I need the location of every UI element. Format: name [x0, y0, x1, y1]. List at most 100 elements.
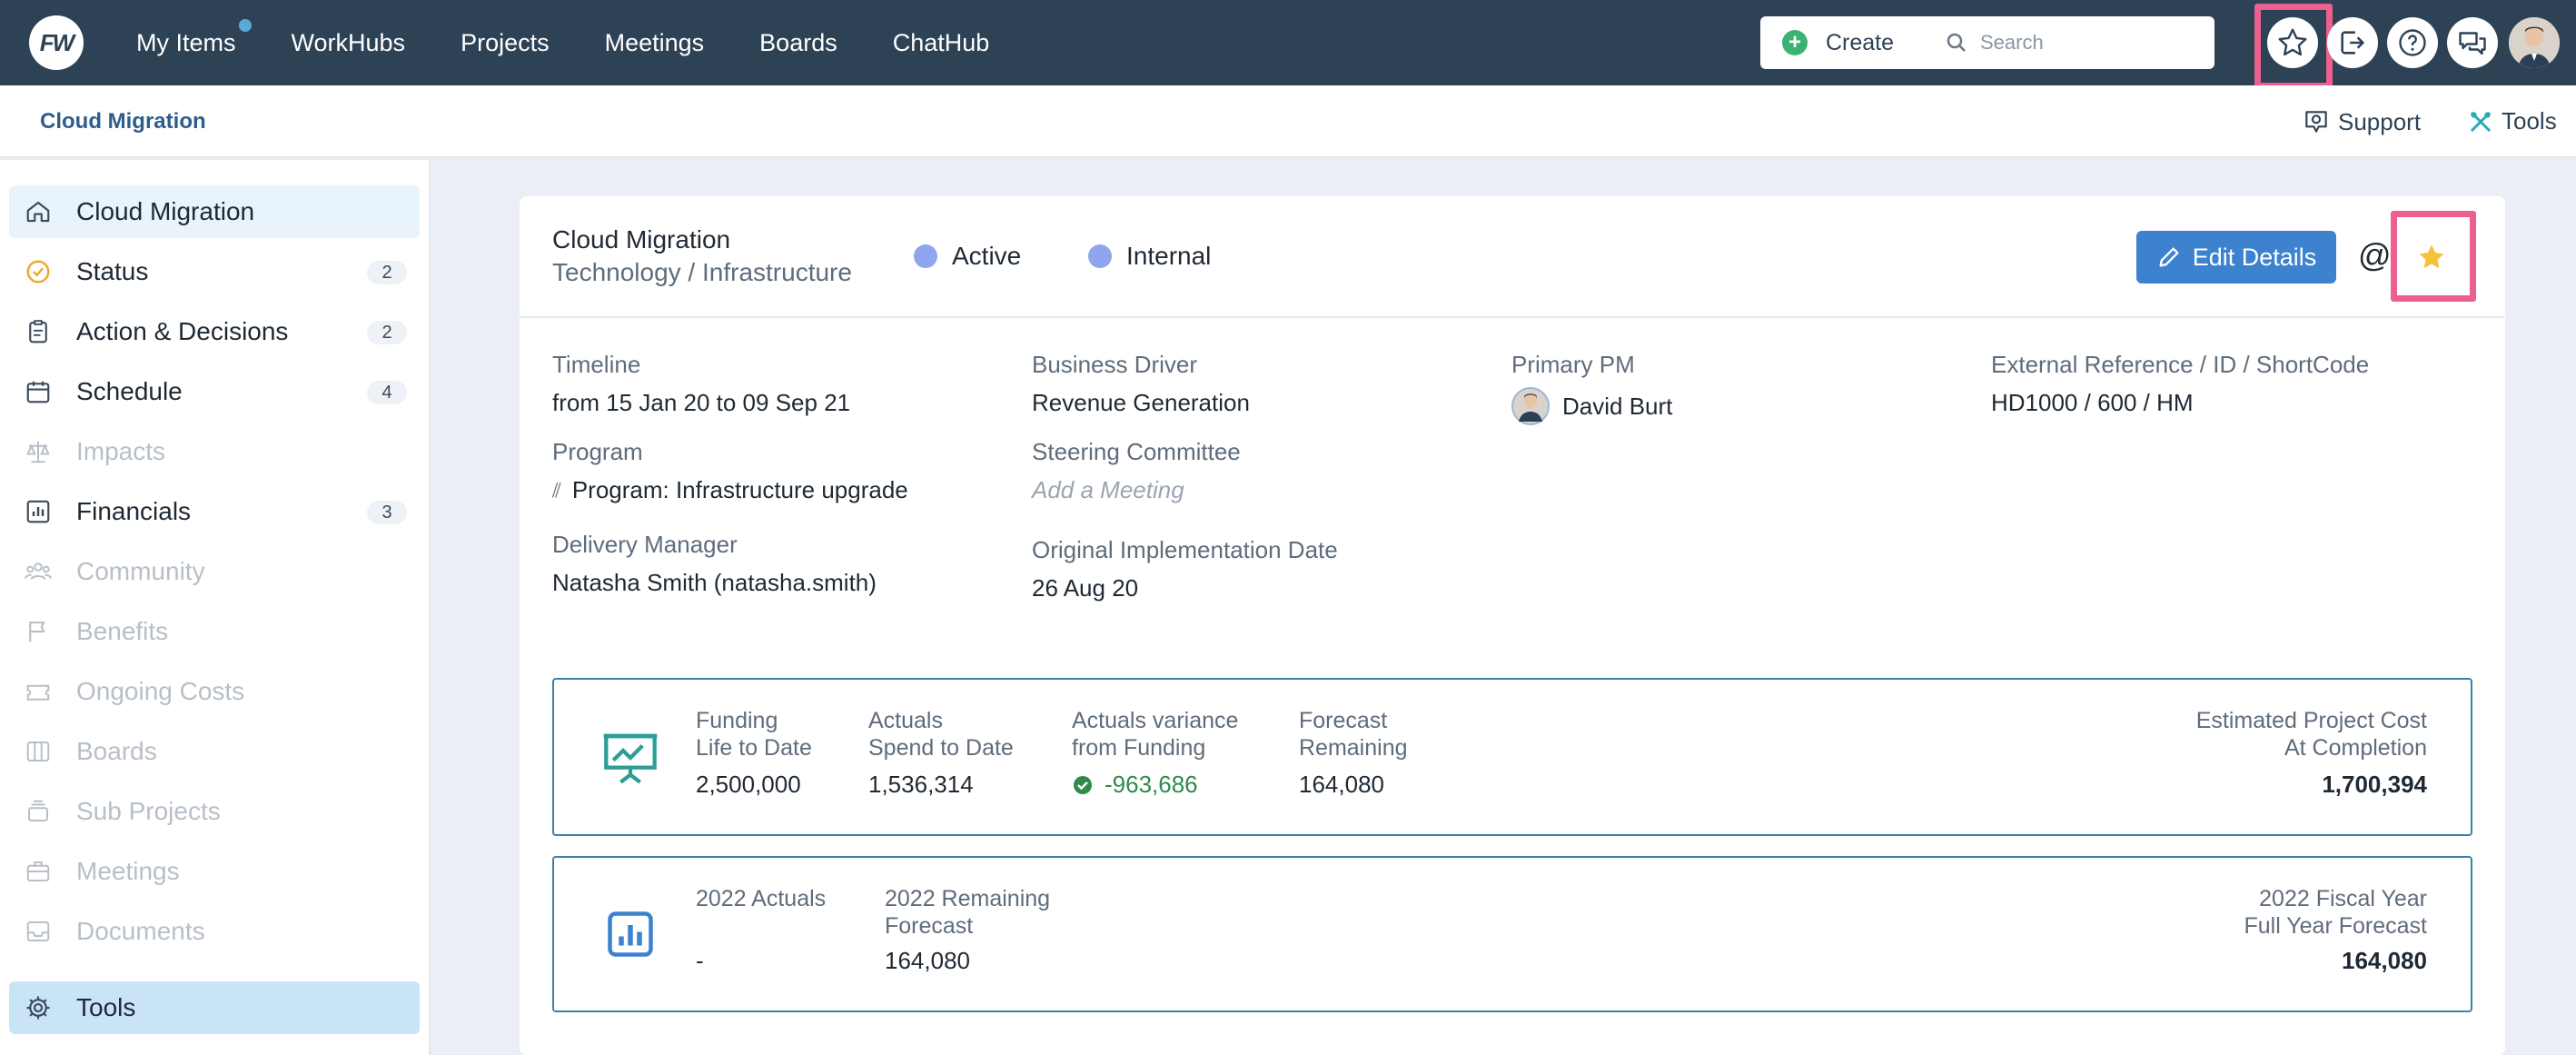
tools-link[interactable]: Tools: [2467, 107, 2557, 135]
sidebar-item-boards[interactable]: Boards: [9, 725, 420, 778]
schedule-count-badge: 4: [367, 381, 407, 404]
program-icon: ⫽: [552, 478, 561, 502]
mention-icon[interactable]: @: [2358, 236, 2392, 274]
estimate-value: 1,700,394: [2322, 771, 2427, 798]
gear-icon: [22, 991, 54, 1024]
briefcase-icon: [22, 855, 54, 888]
sidebar-item-cloud-migration[interactable]: Cloud Migration: [9, 185, 420, 238]
tools-icon: [2470, 111, 2492, 132]
financials-count-badge: 3: [367, 501, 407, 524]
breadcrumb-title[interactable]: Cloud Migration: [40, 109, 206, 134]
status-dot: [914, 244, 937, 268]
original-date-label: Original Implementation Date: [1032, 536, 1338, 563]
notification-dot: [235, 15, 254, 35]
sidebar-item-sub-projects[interactable]: Sub Projects: [9, 785, 420, 838]
ticket-icon: [22, 675, 54, 708]
pencil-icon: [2159, 247, 2179, 267]
funding-label: Funding Life to Date: [696, 708, 812, 761]
sidebar-item-ongoing-costs[interactable]: Ongoing Costs: [9, 665, 420, 718]
sidebar-item-community[interactable]: Community: [9, 545, 420, 598]
help-icon: [2399, 29, 2426, 56]
delivery-manager-label: Delivery Manager: [552, 531, 738, 558]
top-navigation-bar: FW My Items WorkHubs Projects Meetings B…: [0, 0, 2576, 89]
user-avatar[interactable]: [2509, 17, 2560, 68]
calendar-icon: [22, 375, 54, 408]
project-name: Cloud Migration: [552, 225, 731, 254]
chart-icon: [22, 495, 54, 528]
fiscal-actuals-label: 2022 Actuals: [696, 886, 827, 911]
forecast-label: Forecast Remaining: [1299, 708, 1408, 761]
clipboard-icon: [22, 315, 54, 348]
export-icon: [2341, 31, 2365, 55]
sidebar: Cloud Migration Status 2 Action & Decisi…: [0, 160, 431, 1055]
support-link[interactable]: Support: [2302, 107, 2421, 136]
nav-my-items[interactable]: My Items: [136, 15, 254, 57]
columns-icon: [22, 735, 54, 768]
scales-icon: [22, 435, 54, 468]
nav-workhubs[interactable]: WorkHubs: [292, 29, 406, 57]
business-driver-label: Business Driver: [1032, 351, 1198, 378]
business-driver-value: Revenue Generation: [1032, 389, 1250, 416]
project-category: Technology / Infrastructure: [552, 258, 852, 286]
favorite-star-highlight: [2391, 211, 2476, 302]
project-card: Cloud Migration Technology / Infrastruct…: [520, 196, 2505, 1055]
visibility-pill[interactable]: Internal: [1088, 242, 1211, 271]
forecast-value: 164,080: [1299, 771, 1384, 798]
search-input[interactable]: [1980, 31, 2198, 55]
sidebar-item-meetings[interactable]: Meetings: [9, 845, 420, 898]
app-logo[interactable]: FW: [29, 15, 84, 70]
nav-projects[interactable]: Projects: [461, 29, 550, 57]
status-count-badge: 2: [367, 261, 407, 284]
timeline-label: Timeline: [552, 351, 641, 378]
chat-button[interactable]: [2447, 17, 2498, 68]
program-value[interactable]: ⫽ Program: Infrastructure upgrade: [552, 476, 908, 504]
pm-avatar: [1511, 387, 1550, 425]
sidebar-item-benefits[interactable]: Benefits: [9, 605, 420, 658]
search-field[interactable]: [1926, 16, 2214, 69]
sidebar-item-action-decisions[interactable]: Action & Decisions 2: [9, 305, 420, 358]
people-icon: [22, 555, 54, 588]
inbox-icon: [22, 915, 54, 948]
check-circle-icon: [1074, 775, 1092, 794]
nav-meetings[interactable]: Meetings: [605, 29, 705, 57]
estimate-label: Estimated Project Cost At Completion: [2195, 708, 2427, 761]
sub-header: Cloud Migration Support Tools: [0, 85, 2576, 158]
help-button[interactable]: [2387, 17, 2438, 68]
sidebar-item-financials[interactable]: Financials 3: [9, 485, 420, 538]
delivery-manager-value: Natasha Smith (natasha.smith): [552, 569, 877, 596]
funding-value: 2,500,000: [696, 771, 801, 798]
bar-chart-icon: [608, 911, 653, 957]
primary-pm-label: Primary PM: [1511, 351, 1635, 378]
fiscal-forecast-label: 2022 Fiscal Year Full Year Forecast: [2244, 886, 2428, 939]
search-icon: [1947, 33, 1966, 52]
favorites-highlight: [2254, 4, 2333, 89]
main-nav: My Items WorkHubs Projects Meetings Boar…: [136, 15, 1045, 57]
external-ref-value: HD1000 / 600 / HM: [1991, 389, 2194, 416]
export-button[interactable]: [2327, 17, 2378, 68]
project-header: Cloud Migration Technology / Infrastruct…: [520, 196, 2505, 318]
add-meeting-link[interactable]: Add a Meeting: [1032, 476, 1184, 504]
program-label: Program: [552, 438, 643, 465]
fiscal-year-box: 2022 Actuals - 2022 Remaining Forecast 16…: [552, 856, 2472, 1012]
variance-label: Actuals variance from Funding: [1072, 708, 1239, 761]
presentation-chart-icon: [603, 733, 658, 784]
edit-details-button[interactable]: Edit Details: [2136, 231, 2336, 284]
sidebar-item-schedule[interactable]: Schedule 4: [9, 365, 420, 418]
steering-committee-label: Steering Committee: [1032, 438, 1241, 465]
sidebar-item-documents[interactable]: Documents: [9, 905, 420, 958]
actuals-value: 1,536,314: [868, 771, 974, 798]
sidebar-item-impacts[interactable]: Impacts: [9, 425, 420, 478]
sidebar-item-tools[interactable]: Tools: [9, 981, 420, 1034]
original-date-value: 26 Aug 20: [1032, 574, 1139, 602]
variance-value: -963,686: [1072, 771, 1198, 799]
sidebar-item-status[interactable]: Status 2: [9, 245, 420, 298]
financial-summary-box: Funding Life to Date 2,500,000 Actuals Spe…: [552, 678, 2472, 836]
status-pill[interactable]: Active: [914, 242, 1021, 271]
actuals-label: Actuals Spend to Date: [868, 708, 1014, 761]
nav-boards[interactable]: Boards: [759, 29, 837, 57]
fiscal-remaining-label: 2022 Remaining Forecast: [885, 886, 1051, 939]
plus-icon: +: [1782, 30, 1808, 55]
nav-chathub[interactable]: ChatHub: [893, 29, 990, 57]
fiscal-actuals-value: -: [696, 947, 704, 974]
primary-pm-value[interactable]: David Burt: [1511, 387, 1672, 425]
